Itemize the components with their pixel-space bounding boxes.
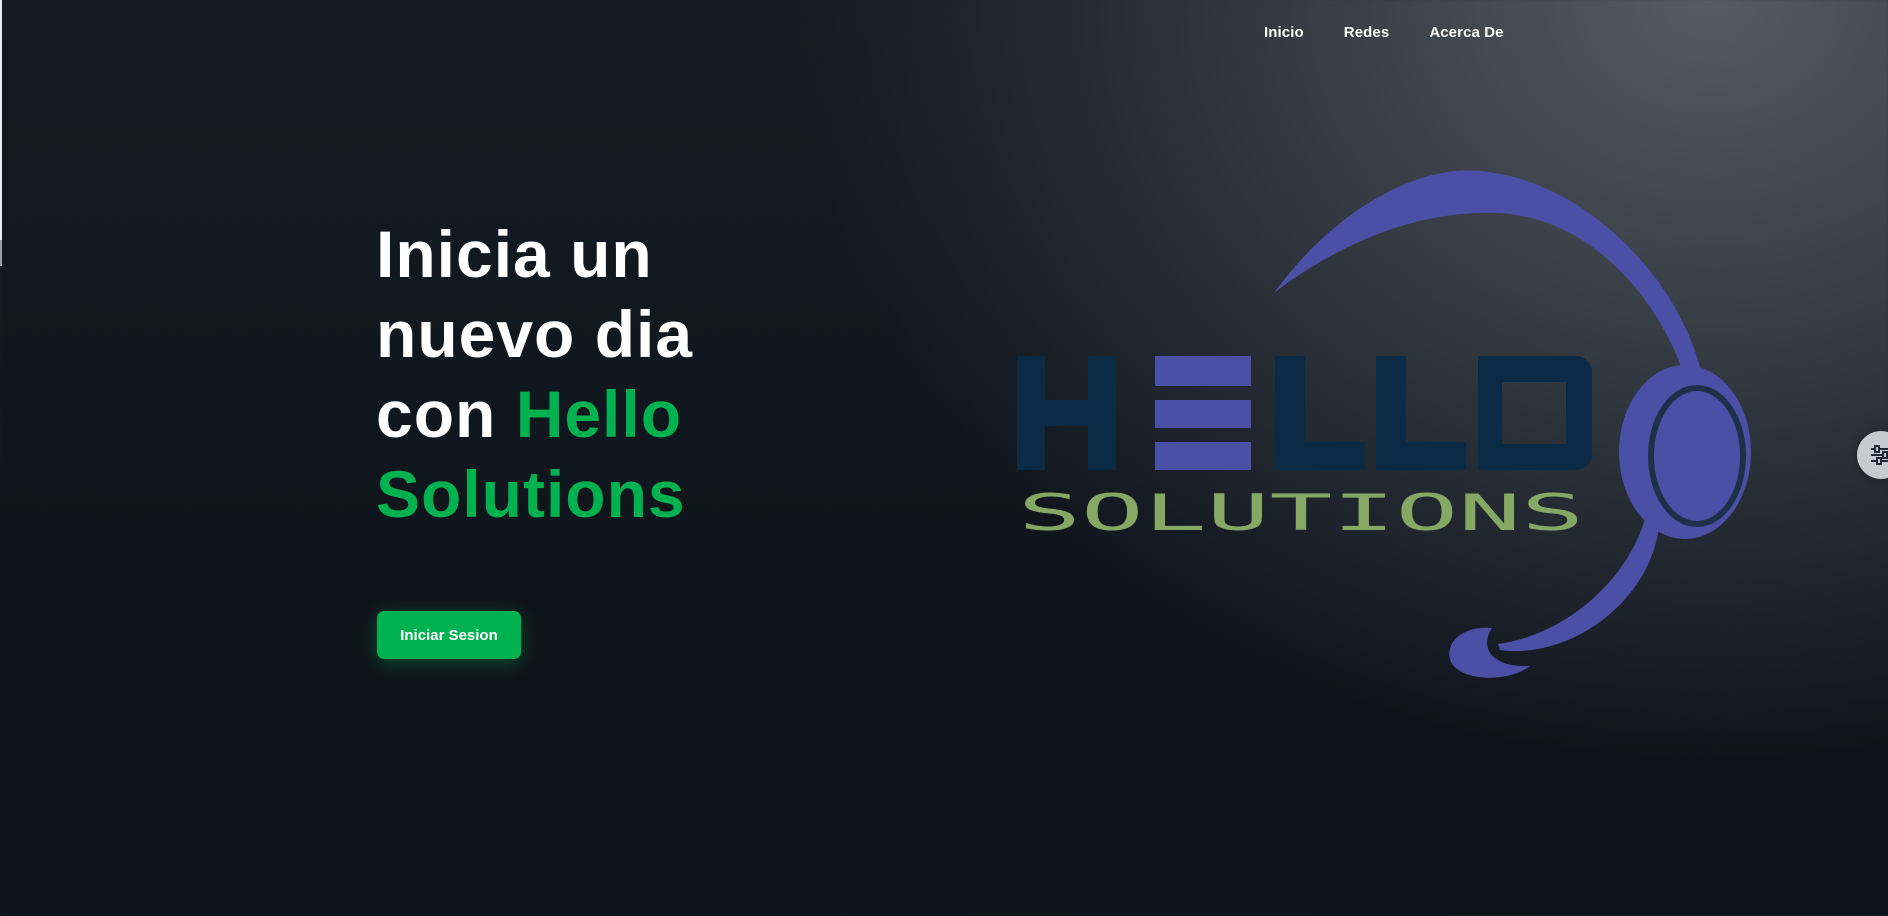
hero-line-2: nuevo dia: [376, 297, 694, 371]
hero-line-3-prefix: con: [376, 377, 516, 451]
hello-solutions-logo: SOLUTIONS: [1017, 170, 1751, 678]
window-edge: [0, 0, 2, 240]
hero-brand-word-1: Hello: [515, 377, 683, 451]
hero-line-1: Inicia un: [376, 217, 653, 291]
logo-wordmark-hello: [1017, 356, 1592, 470]
top-navigation: Inicio Redes Acerca De: [1264, 24, 1504, 41]
settings-toggle-button[interactable]: [1857, 431, 1888, 479]
nav-redes-link[interactable]: Redes: [1344, 24, 1390, 41]
login-button[interactable]: Iniciar Sesion: [377, 611, 521, 659]
window-edge-shadow: [0, 240, 2, 266]
nav-inicio-link[interactable]: Inicio: [1264, 24, 1304, 41]
logo-wordmark-solutions: SOLUTIONS: [1018, 484, 1584, 542]
hero-brand-word-2: Solutions: [376, 457, 686, 531]
headset-icon: [1274, 170, 1751, 678]
sliders-icon: [1871, 445, 1888, 465]
hero-headline: Inicia un nuevo dia con Hello Solutions: [376, 214, 693, 534]
nav-acerca-de-link[interactable]: Acerca De: [1429, 24, 1503, 41]
